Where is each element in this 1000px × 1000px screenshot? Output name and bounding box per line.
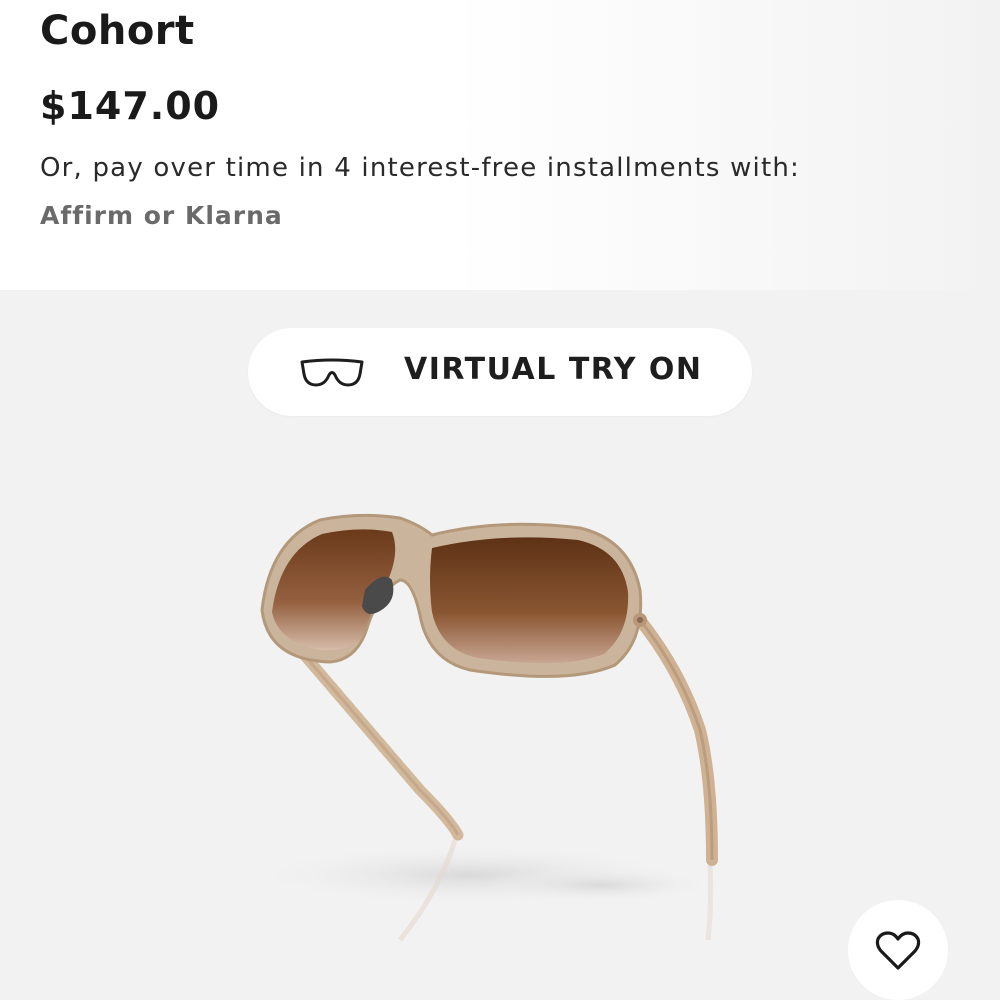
product-gallery[interactable]: VIRTUAL TRY ON	[0, 290, 1000, 1000]
product-title: Cohort	[40, 8, 195, 54]
payment-providers-link[interactable]: Affirm or Klarna	[40, 201, 283, 230]
glasses-outline-icon	[300, 358, 364, 387]
virtual-try-on-label: VIRTUAL TRY ON	[404, 352, 703, 387]
installments-text: Or, pay over time in 4 interest-free ins…	[40, 153, 801, 183]
product-price: $147.00	[40, 84, 221, 128]
heart-outline-icon	[875, 931, 921, 970]
product-info-section: Cohort $147.00 Or, pay over time in 4 in…	[0, 0, 1000, 290]
virtual-try-on-button[interactable]: VIRTUAL TRY ON	[248, 328, 752, 416]
product-page: Cohort $147.00 Or, pay over time in 4 in…	[0, 0, 1000, 1000]
add-to-wishlist-button[interactable]	[848, 900, 948, 1000]
